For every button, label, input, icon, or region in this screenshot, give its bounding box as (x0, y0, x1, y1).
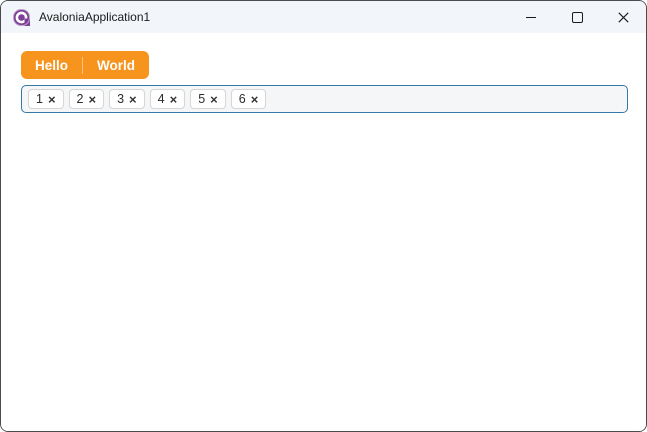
chip-label: 5 (198, 91, 206, 106)
close-icon (617, 11, 629, 23)
chip-label: 1 (36, 91, 43, 106)
chip-item[interactable]: 4 × (149, 89, 186, 109)
chip-remove-icon[interactable]: × (210, 93, 218, 106)
minimize-button[interactable] (508, 1, 554, 33)
titlebar[interactable]: AvaloniaApplication1 (1, 1, 646, 33)
chip-item[interactable]: 6 × (230, 89, 267, 109)
chip-remove-icon[interactable]: × (89, 93, 97, 106)
chip-remove-icon[interactable]: × (129, 93, 137, 106)
avalonia-logo-icon (13, 8, 30, 26)
maximize-button[interactable] (554, 1, 600, 33)
caption-buttons (508, 1, 646, 33)
window-content: Hello World 1 × 2 × 3 × 4 × 5 × 6 × (1, 33, 646, 431)
tab-strip: Hello World (21, 51, 150, 79)
maximize-icon (571, 11, 583, 23)
chip-remove-icon[interactable]: × (251, 93, 259, 106)
chip-remove-icon[interactable]: × (170, 93, 178, 106)
chip-item[interactable]: 3 × (109, 89, 145, 109)
window-title: AvaloniaApplication1 (39, 10, 151, 24)
tab-world[interactable]: World (83, 51, 149, 79)
chip-remove-icon[interactable]: × (48, 93, 56, 106)
chip-item[interactable]: 1 × (28, 89, 64, 109)
chip-item[interactable]: 5 × (190, 89, 226, 109)
tab-hello[interactable]: Hello (21, 51, 82, 79)
chip-label: 2 (76, 91, 84, 106)
chip-item[interactable]: 2 × (68, 89, 105, 109)
minimize-icon (526, 16, 536, 18)
chip-label: 3 (117, 91, 125, 106)
chip-label: 4 (157, 91, 165, 106)
chip-label: 6 (238, 91, 246, 106)
close-button[interactable] (600, 1, 646, 33)
app-window: AvaloniaApplication1 Hello World 1 × 2 ×… (0, 0, 647, 432)
chips-container[interactable]: 1 × 2 × 3 × 4 × 5 × 6 × (21, 85, 628, 113)
